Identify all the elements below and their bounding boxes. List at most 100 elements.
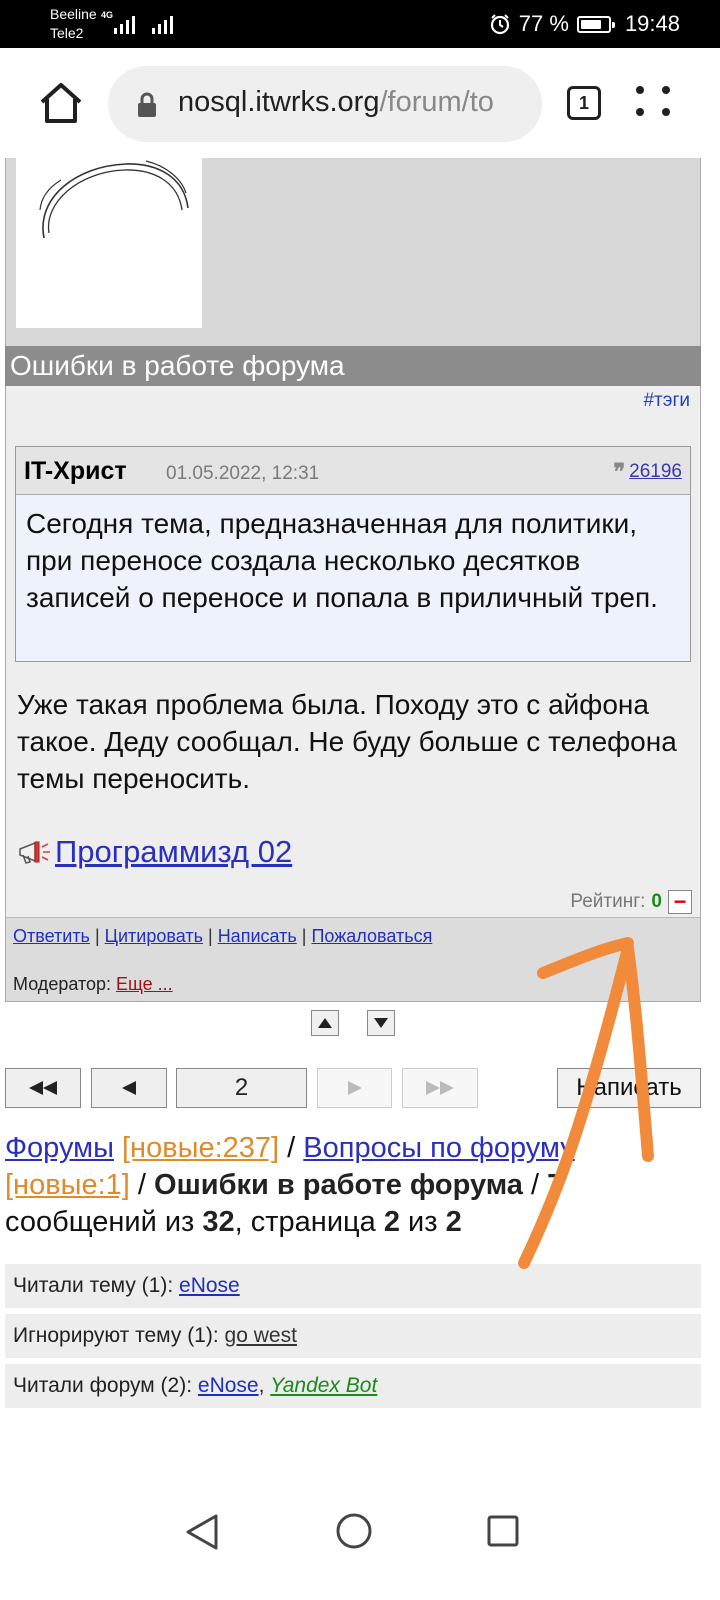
home-circle-icon[interactable] (335, 1512, 373, 1550)
battery-percent: 77 % (518, 11, 569, 36)
rating: Рейтинг: 0 − (570, 890, 692, 914)
moderator-row: Модератор: Еще ... (13, 974, 173, 995)
breadcrumb: Форумы [новые:237] / Вопросы по форуму [… (5, 1130, 705, 1241)
triangle-right-icon (347, 1081, 362, 1095)
breadcrumb-topic: Ошибки в работе форума (154, 1169, 523, 1201)
carrier-1: Beeline (50, 6, 97, 22)
rating-row: Рейтинг: 0 − (5, 884, 701, 918)
quote-header: IT-Христ 01.05.2022, 12:31 ❞ 26196 (16, 447, 690, 495)
quote-text: Сегодня тема, предназначенная для полити… (26, 508, 658, 613)
reply-link[interactable]: Ответить (13, 926, 90, 946)
recents-icon[interactable] (486, 1514, 520, 1548)
action-separator: | (94, 926, 100, 946)
alarm-icon (490, 14, 509, 35)
quote-link[interactable]: Цитировать (105, 926, 203, 946)
triangle-left-icon (122, 1081, 136, 1095)
forum-reader-link[interactable]: eNose (198, 1374, 259, 1397)
of-label: из (408, 1206, 438, 1238)
triangle-up-icon (318, 1018, 332, 1028)
write-link[interactable]: Написать (218, 926, 297, 946)
previous-post-tail (5, 158, 701, 346)
report-link[interactable]: Пожаловаться (311, 926, 432, 946)
rating-label: Рейтинг: (570, 891, 646, 912)
page-content: Ошибки в работе форума #тэги IT-Христ 01… (0, 158, 720, 1490)
breadcrumb-forums[interactable]: Форумы (5, 1132, 114, 1164)
signal-1-icon (114, 12, 135, 34)
battery-icon (576, 15, 615, 33)
prev-page-button[interactable] (91, 1068, 167, 1108)
message-count: 7 (547, 1169, 564, 1201)
topic-title-bar: Ошибки в работе форума (5, 346, 701, 386)
url-path: /forum/to (379, 86, 494, 118)
system-navigation-bar (0, 1490, 720, 1600)
post-text: Уже такая проблема была. Походу это с ай… (17, 689, 677, 794)
breadcrumb-section-new[interactable]: [новые:1] (5, 1169, 130, 1201)
quote-author: IT-Христ (24, 457, 127, 485)
back-icon[interactable] (184, 1512, 220, 1552)
breadcrumb-separator: / (530, 1169, 540, 1201)
breadcrumb-section[interactable]: Вопросы по форуму (303, 1132, 574, 1164)
tab-switcher-button[interactable]: 1 (567, 86, 601, 120)
pagination: 2 Написать (5, 1068, 701, 1108)
topic-readers-row: Читали тему (1): eNose (5, 1264, 701, 1308)
fast-forward-icon (426, 1081, 454, 1095)
post-actions-panel: Ответить | Цитировать | Написать | Пожал… (5, 918, 701, 1002)
url-host: nosql.itwrks.org (178, 86, 380, 118)
signature: Программизд 02 (17, 834, 292, 870)
carrier-names: Beeline Tele2 (50, 5, 97, 43)
breadcrumb-forums-new[interactable]: [новые:237] (122, 1132, 279, 1164)
rewind-icon (29, 1081, 57, 1095)
forum-readers-label: Читали форум (2): (13, 1374, 193, 1397)
url-text: nosql.itwrks.org/forum/to (178, 86, 494, 119)
page-label: , страница (234, 1206, 376, 1238)
megaphone-icon (19, 841, 50, 864)
signature-link[interactable]: Программизд 02 (55, 834, 292, 870)
breadcrumb-separator: / (137, 1169, 146, 1201)
topic-reader-link[interactable]: eNose (179, 1274, 240, 1297)
triangle-down-icon (374, 1018, 388, 1028)
quote-marks-icon: ❞ (613, 459, 626, 484)
browser-toolbar: nosql.itwrks.org/forum/to 1 (0, 48, 720, 158)
topic-readers-label: Читали тему (1): (13, 1274, 174, 1297)
rating-minus-button[interactable]: − (668, 890, 692, 914)
first-page-button[interactable] (5, 1068, 81, 1108)
avatar (16, 158, 202, 328)
post-actions: Ответить | Цитировать | Написать | Пожал… (13, 926, 432, 947)
moderator-more-link[interactable]: Еще ... (116, 974, 173, 994)
moderator-label: Модератор: (13, 974, 112, 994)
scroll-up-button[interactable] (311, 1010, 339, 1036)
page-number: 2 (383, 1206, 400, 1238)
home-icon[interactable] (36, 78, 86, 128)
signal-2-icon (152, 12, 173, 34)
quote-date: 01.05.2022, 12:31 (166, 463, 320, 484)
topic-ignore-link[interactable]: go west (225, 1324, 297, 1347)
clock: 19:48 (624, 11, 680, 36)
current-page[interactable]: 2 (176, 1068, 307, 1108)
next-page-button[interactable] (317, 1068, 392, 1108)
topic-ignore-label: Игнорируют тему (1): (13, 1324, 219, 1347)
breadcrumb-separator: / (287, 1132, 296, 1164)
forum-bot-link[interactable]: Yandex Bot (270, 1374, 377, 1397)
quote-block: IT-Христ 01.05.2022, 12:31 ❞ 26196 Сегод… (15, 446, 691, 662)
scroll-down-button[interactable] (367, 1010, 395, 1036)
scroll-arrows (311, 1010, 395, 1036)
status-bar: Beeline Tele2 4G 77 % 19:48 (0, 0, 720, 48)
tags-link[interactable]: #тэги (643, 390, 690, 412)
quote-id-link[interactable]: 26196 (629, 461, 682, 483)
post-body: #тэги IT-Христ 01.05.2022, 12:31 ❞ 26196… (5, 386, 701, 884)
action-separator: | (207, 926, 213, 946)
forum-readers-row: Читали форум (2): eNose, Yandex Bot (5, 1364, 701, 1408)
write-button[interactable]: Написать (557, 1068, 701, 1108)
messages-of-label: сообщений из (5, 1206, 195, 1238)
browser-menu-icon[interactable] (636, 86, 676, 120)
messages-total: 32 (202, 1206, 235, 1238)
action-separator: | (301, 926, 307, 946)
page-total: 2 (445, 1206, 462, 1238)
network-type: 4G (101, 10, 114, 20)
rating-value: 0 (651, 891, 662, 912)
carrier-2: Tele2 (50, 25, 84, 41)
address-bar[interactable]: nosql.itwrks.org/forum/to (108, 66, 542, 142)
lock-icon (138, 92, 156, 117)
last-page-button[interactable] (402, 1068, 478, 1108)
avatar-drawing-icon (39, 160, 189, 239)
